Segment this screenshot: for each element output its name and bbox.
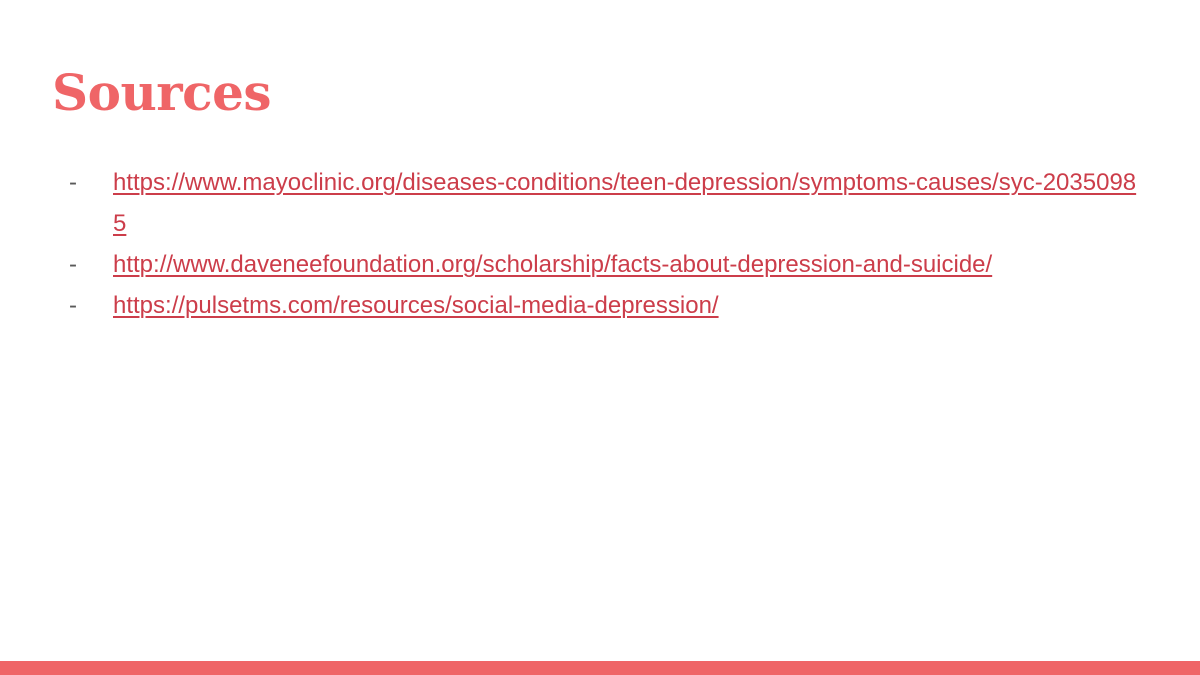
source-link-pulsetms[interactable]: https://pulsetms.com/resources/social-me… [113, 285, 1146, 326]
bottom-accent-bar [0, 661, 1200, 675]
list-item: - http://www.daveneefoundation.org/schol… [66, 244, 1146, 285]
source-link-mayoclinic[interactable]: https://www.mayoclinic.org/diseases-cond… [113, 162, 1146, 244]
slide: Sources - https://www.mayoclinic.org/dis… [0, 0, 1200, 675]
bullet-dash: - [69, 169, 77, 196]
sources-list: - https://www.mayoclinic.org/diseases-co… [66, 162, 1146, 326]
slide-title: Sources [52, 63, 272, 122]
bullet-dash: - [69, 251, 77, 278]
source-link-daveneefoundation[interactable]: http://www.daveneefoundation.org/scholar… [113, 244, 1146, 285]
list-item: - https://www.mayoclinic.org/diseases-co… [66, 162, 1146, 244]
list-item: - https://pulsetms.com/resources/social-… [66, 285, 1146, 326]
bullet-dash: - [69, 292, 77, 319]
